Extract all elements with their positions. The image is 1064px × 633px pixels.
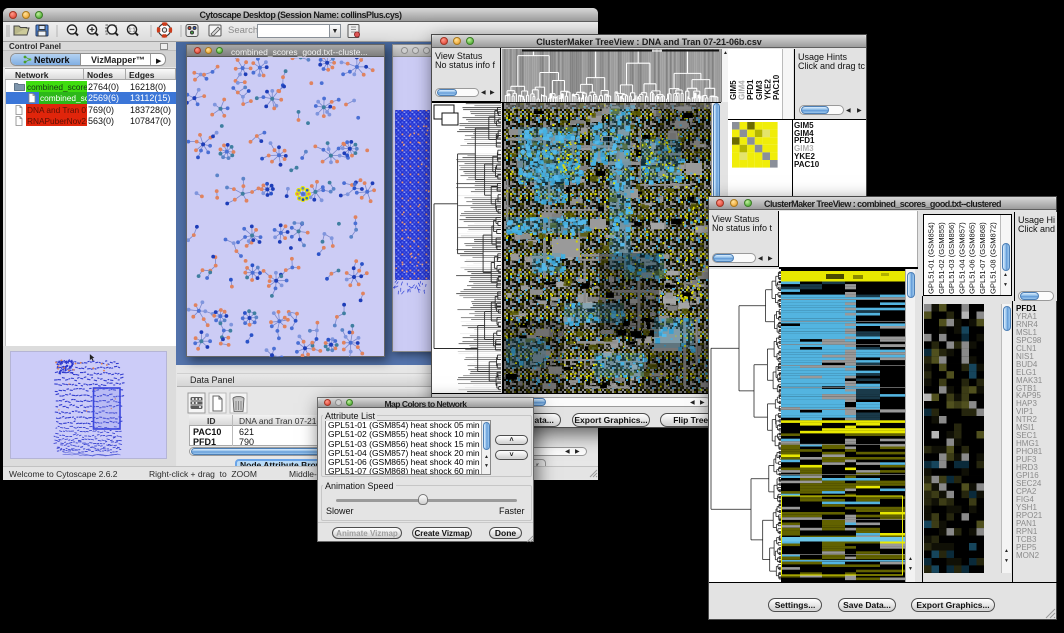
svg-text:GPL51-07 (GSM868): GPL51-07 (GSM868) <box>978 222 987 294</box>
svg-text:GPL51-03 (GSM856): GPL51-03 (GSM856) <box>947 222 956 294</box>
svg-text:PAC10: PAC10 <box>772 74 781 100</box>
svg-text:GPL51-04 (GSM857): GPL51-04 (GSM857) <box>957 222 966 294</box>
svg-text:1:1: 1:1 <box>129 28 136 34</box>
svg-text:GPL51-06 (GSM865): GPL51-06 (GSM865) <box>968 222 977 294</box>
svg-text:GPL51-01 (GSM854): GPL51-01 (GSM854) <box>927 222 936 294</box>
svg-text:GPL51-08 (GSM872): GPL51-08 (GSM872) <box>988 222 997 294</box>
svg-text:GPL51-02 (GSM855): GPL51-02 (GSM855) <box>937 222 946 294</box>
